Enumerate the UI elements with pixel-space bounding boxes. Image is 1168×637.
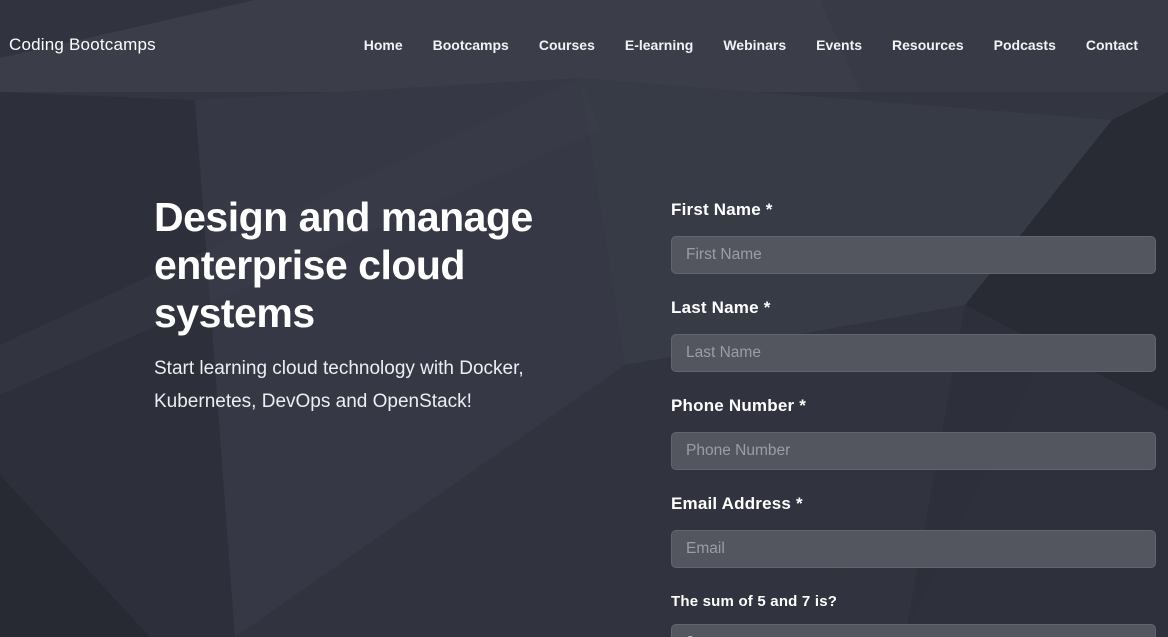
phone-number-input[interactable] <box>671 432 1156 470</box>
first-name-label: First Name * <box>671 200 1156 220</box>
hero-subtitle: Start learning cloud technology with Doc… <box>154 352 624 418</box>
nav-item-events[interactable]: Events <box>816 37 862 53</box>
form-group-last-name: Last Name * <box>671 298 1156 372</box>
lead-form: First Name * Last Name * Phone Number * … <box>671 200 1156 637</box>
hero-subtitle-line: Start learning cloud technology with Doc… <box>154 352 624 385</box>
nav-item-courses[interactable]: Courses <box>539 37 595 53</box>
phone-number-label: Phone Number * <box>671 396 1156 416</box>
form-group-email: Email Address * <box>671 494 1156 568</box>
captcha-sum-input[interactable] <box>671 624 1156 637</box>
hero-subtitle-line: Kubernetes, DevOps and OpenStack! <box>154 385 624 418</box>
nav-item-elearning[interactable]: E-learning <box>625 37 693 53</box>
nav-item-resources[interactable]: Resources <box>892 37 964 53</box>
captcha-sum-label: The sum of 5 and 7 is? <box>671 592 1156 612</box>
nav-item-podcasts[interactable]: Podcasts <box>994 37 1056 53</box>
nav-item-contact[interactable]: Contact <box>1086 37 1138 53</box>
email-input[interactable] <box>671 530 1156 568</box>
hero-heading: Design and manage enterprise cloud syste… <box>154 193 624 337</box>
first-name-input[interactable] <box>671 236 1156 274</box>
hero-section: Design and manage enterprise cloud syste… <box>154 193 624 418</box>
form-group-phone: Phone Number * <box>671 396 1156 470</box>
site-logo[interactable]: Coding Bootcamps <box>9 35 156 55</box>
last-name-label: Last Name * <box>671 298 1156 318</box>
form-group-first-name: First Name * <box>671 200 1156 274</box>
hero-heading-line: systems <box>154 289 624 337</box>
nav-item-bootcamps[interactable]: Bootcamps <box>433 37 509 53</box>
hero-heading-line: enterprise cloud <box>154 241 624 289</box>
email-label: Email Address * <box>671 494 1156 514</box>
nav-item-home[interactable]: Home <box>364 37 403 53</box>
header: Coding Bootcamps Home Bootcamps Courses … <box>0 0 1168 90</box>
main-nav: Home Bootcamps Courses E-learning Webina… <box>364 37 1138 53</box>
nav-item-webinars[interactable]: Webinars <box>723 37 786 53</box>
form-group-captcha-sum: The sum of 5 and 7 is? <box>671 592 1156 637</box>
hero-heading-line: Design and manage <box>154 193 624 241</box>
last-name-input[interactable] <box>671 334 1156 372</box>
